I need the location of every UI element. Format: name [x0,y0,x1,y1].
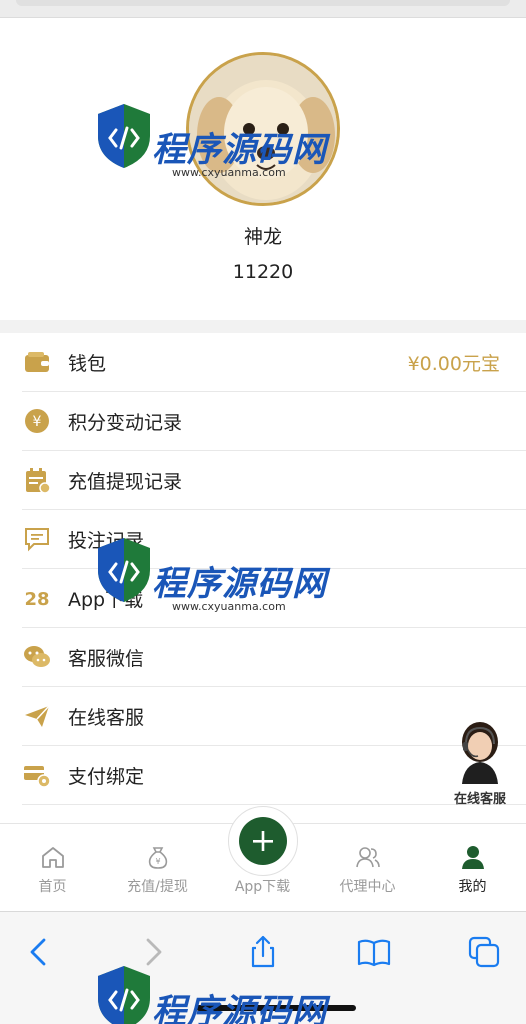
menu-item-label: 充值提现记录 [68,471,183,493]
forward-icon[interactable] [134,934,170,970]
wallet-balance: ¥0.00元宝 [407,353,500,375]
user-id: 11220 [232,261,294,283]
menu-item-bet-record[interactable]: 投注记录 [22,510,526,569]
menu-item-label: 在线客服 [68,707,145,729]
tab-agent-center[interactable]: 代理中心 [315,824,420,912]
puppy-avatar-image [189,55,337,203]
bookmarks-icon[interactable] [356,934,392,970]
svg-text:¥: ¥ [33,414,42,430]
users-icon [356,847,380,868]
customer-service-agent-icon [462,722,498,784]
tab-label: 我的 [458,879,487,895]
plus-icon [253,831,273,851]
tab-label: 充值/提现 [127,879,188,895]
center-plus-button[interactable] [228,806,298,876]
calendar-record-icon [26,468,51,494]
svg-text:¥: ¥ [155,857,160,866]
menu-item-label: 投注记录 [68,530,145,552]
back-icon[interactable] [22,934,58,970]
tab-label: 首页 [38,879,67,895]
tab-home[interactable]: 首页 [0,824,105,912]
yen-coin-icon: ¥ [25,409,49,433]
number-28-icon: 28 [24,589,49,610]
menu-item-label: 客服微信 [68,648,145,670]
floating-service-label: 在线客服 [453,792,506,807]
menu-item-wechat-service[interactable]: 客服微信 [22,628,526,687]
menu-item-app-download[interactable]: 28 App下载 [22,569,526,628]
tab-label: 代理中心 [339,879,396,895]
tab-label: App下载 [234,879,291,895]
menu-item-points-record[interactable]: ¥ 积分变动记录 [22,392,526,451]
paper-plane-icon [25,705,50,727]
profile-section: 神龙 11220 [0,18,526,320]
tabs-icon[interactable] [466,934,502,970]
floating-service-button[interactable]: 在线客服 [442,716,518,808]
tab-recharge-withdraw[interactable]: ¥ 充值/提现 [105,824,210,912]
person-icon [462,846,484,869]
avatar[interactable] [186,52,340,206]
wechat-icon [24,646,50,667]
menu-item-label: 支付绑定 [68,766,145,788]
svg-text:28: 28 [24,589,49,610]
home-indicator [196,1005,356,1011]
menu-item-label: 积分变动记录 [68,412,183,434]
home-icon [42,847,64,868]
share-icon[interactable] [245,934,281,970]
message-box-icon [25,528,49,552]
card-gear-icon [24,766,51,788]
wallet-icon [25,352,49,372]
tab-mine[interactable]: 我的 [420,824,525,912]
menu-item-label: App下载 [68,589,144,611]
money-bag-icon: ¥ [148,847,168,869]
menu-item-label: 钱包 [68,353,107,375]
top-strip [0,0,526,18]
username: 神龙 [243,226,282,248]
menu-item-recharge-record[interactable]: 充值提现记录 [22,451,526,510]
menu-item-wallet[interactable]: 钱包 ¥0.00元宝 [22,333,526,392]
